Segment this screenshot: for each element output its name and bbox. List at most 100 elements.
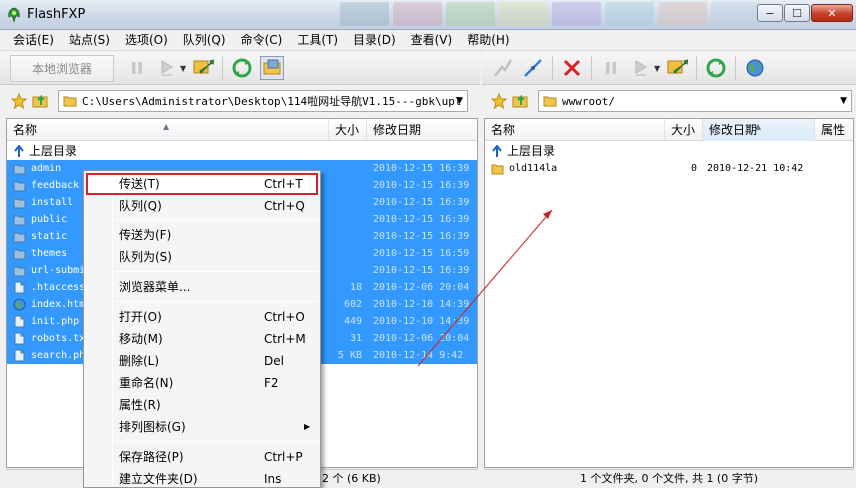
column-size[interactable]: 大小	[329, 119, 367, 141]
column-name[interactable]: 名称 ▲	[7, 119, 329, 141]
menu-item-rename[interactable]: 重命名(N) F2	[86, 372, 318, 394]
up-directory-row[interactable]: 上层目录	[7, 143, 477, 160]
remote-rows: 上层目录 old114la 0 2010-12-21 10:42	[485, 143, 853, 177]
minimize-button[interactable]: −	[757, 4, 783, 22]
file-name: init.php	[31, 316, 80, 327]
favorite-star-icon[interactable]	[490, 92, 508, 110]
menu-help[interactable]: 帮助(H)	[460, 30, 517, 51]
flashfxp-logo-icon	[8, 7, 20, 23]
browser-file-icon	[13, 298, 26, 311]
toolbar-separator	[591, 56, 592, 80]
chevron-down-icon[interactable]: ▼	[180, 64, 186, 73]
transfer-arrow-icon[interactable]	[191, 56, 215, 80]
menu-separator	[114, 219, 318, 220]
menu-item-label: 属性(R)	[119, 398, 161, 412]
connect-icon[interactable]	[491, 56, 515, 80]
menu-item-browser-menu[interactable]: 浏览器菜单...	[86, 276, 318, 298]
column-date-label: 修改日期	[373, 123, 422, 137]
disconnect-icon[interactable]	[521, 56, 545, 80]
menu-item-label: 传送(T)	[119, 177, 160, 191]
file-name: .htaccess	[31, 282, 86, 293]
menu-bar: 会话(E) 站点(S) 选项(O) 队列(Q) 命令(C) 工具(T) 目录(D…	[0, 30, 856, 51]
column-date[interactable]: 修改日期 ▲	[703, 119, 815, 141]
menu-session[interactable]: 会话(E)	[6, 30, 62, 51]
refresh-icon[interactable]	[230, 56, 254, 80]
right-path-input[interactable]: wwwroot/ ▼	[538, 90, 852, 112]
chevron-down-icon[interactable]: ▼	[456, 96, 463, 106]
menu-item-queue[interactable]: 队列(Q) Ctrl+Q	[86, 195, 318, 217]
abort-icon[interactable]	[560, 56, 584, 80]
column-date-label: 修改日期	[709, 123, 758, 137]
column-header: 名称 大小 修改日期 ▲ 属性	[485, 119, 853, 141]
menu-sites[interactable]: 站点(S)	[62, 30, 118, 51]
menu-directory[interactable]: 目录(D)	[346, 30, 404, 51]
folder-icon	[543, 96, 557, 107]
menu-item-queue-as[interactable]: 队列为(S)	[86, 246, 318, 268]
close-button[interactable]: ✕	[811, 4, 853, 22]
menu-item-label: 建立文件夹(D)	[119, 472, 198, 486]
globe-icon[interactable]	[743, 56, 767, 80]
right-path-text: wwwroot/	[562, 94, 615, 108]
menu-item-move[interactable]: 移动(M) Ctrl+M	[86, 328, 318, 350]
folder-icon	[13, 164, 26, 175]
menu-options[interactable]: 选项(O)	[118, 30, 176, 51]
column-name-label: 名称	[491, 123, 516, 137]
left-path-input[interactable]: C:\Users\Administrator\Desktop\114啦网址导航V…	[58, 90, 468, 112]
parent-folder-icon[interactable]	[512, 92, 530, 110]
pause-icon[interactable]	[125, 56, 149, 80]
file-date: 2010-12-06 20:04	[373, 282, 470, 293]
menu-item-open[interactable]: 打开(O) Ctrl+O	[86, 306, 318, 328]
folder-icon	[63, 96, 77, 107]
folder-icon	[13, 215, 26, 226]
menu-tools[interactable]: 工具(T)	[290, 30, 346, 51]
local-browser-button[interactable]: 本地浏览器	[10, 54, 114, 82]
transfer-play-icon[interactable]	[155, 56, 179, 80]
pause-icon[interactable]	[599, 56, 623, 80]
menu-commands[interactable]: 命令(C)	[234, 30, 291, 51]
left-path-bar: C:\Users\Administrator\Desktop\114啦网址导航V…	[0, 88, 480, 114]
file-date: 2010-12-15 16:39	[373, 214, 470, 225]
file-icon	[14, 332, 25, 345]
menu-item-shortcut: F2	[264, 376, 279, 390]
chevron-down-icon[interactable]: ▼	[654, 64, 660, 73]
menu-item-label: 队列为(S)	[119, 250, 172, 264]
menu-item-transfer-as[interactable]: 传送为(F)	[86, 224, 318, 246]
menu-item-delete[interactable]: 删除(L) Del	[86, 350, 318, 372]
menu-item-label: 排列图标(G)	[119, 420, 186, 434]
folder-icon	[491, 164, 504, 175]
parent-folder-icon[interactable]	[32, 92, 50, 110]
favorite-star-icon[interactable]	[10, 92, 28, 110]
remote-file-list[interactable]: 名称 大小 修改日期 ▲ 属性 上层目录 old114la 0 2010-12-21…	[484, 118, 854, 468]
up-arrow-icon	[14, 145, 24, 157]
folder-icon	[13, 198, 26, 209]
menu-item-properties[interactable]: 属性(R)	[86, 394, 318, 416]
column-date[interactable]: 修改日期	[367, 119, 477, 141]
folder-icon	[13, 249, 26, 260]
file-date: 2010-12-15 16:39	[373, 231, 470, 242]
menu-item-save-path[interactable]: 保存路径(P) Ctrl+P	[86, 446, 318, 468]
up-directory-row[interactable]: 上层目录	[485, 143, 853, 160]
refresh-icon[interactable]	[704, 56, 728, 80]
file-icon	[14, 281, 25, 294]
table-row[interactable]: old114la 0 2010-12-21 10:42	[485, 160, 853, 177]
file-name: public	[31, 214, 68, 225]
column-header: 名称 ▲ 大小 修改日期	[7, 119, 477, 141]
menu-item-new-folder[interactable]: 建立文件夹(D) Ins	[86, 468, 318, 488]
maximize-button[interactable]: ☐	[784, 4, 810, 22]
menu-view[interactable]: 查看(V)	[404, 30, 461, 51]
menu-item-arrange-icons[interactable]: 排列图标(G) ▶	[86, 416, 318, 438]
column-size[interactable]: 大小	[665, 119, 703, 141]
column-attr[interactable]: 属性	[815, 119, 853, 141]
menu-item-transfer[interactable]: 传送(T) Ctrl+T	[86, 173, 318, 195]
transfer-play-icon[interactable]	[629, 56, 653, 80]
column-name[interactable]: 名称	[485, 119, 665, 141]
right-path-bar: wwwroot/ ▼	[482, 88, 856, 114]
chevron-down-icon[interactable]: ▼	[840, 96, 847, 106]
chevron-right-icon: ▶	[304, 422, 311, 431]
local-folder-icon[interactable]	[260, 56, 285, 80]
file-size: 0	[690, 163, 697, 174]
title-bar: FlashFXP − ☐ ✕	[0, 0, 856, 30]
transfer-arrow-icon[interactable]	[665, 56, 689, 80]
file-name: admin	[31, 163, 62, 174]
menu-queue[interactable]: 队列(Q)	[176, 30, 234, 51]
